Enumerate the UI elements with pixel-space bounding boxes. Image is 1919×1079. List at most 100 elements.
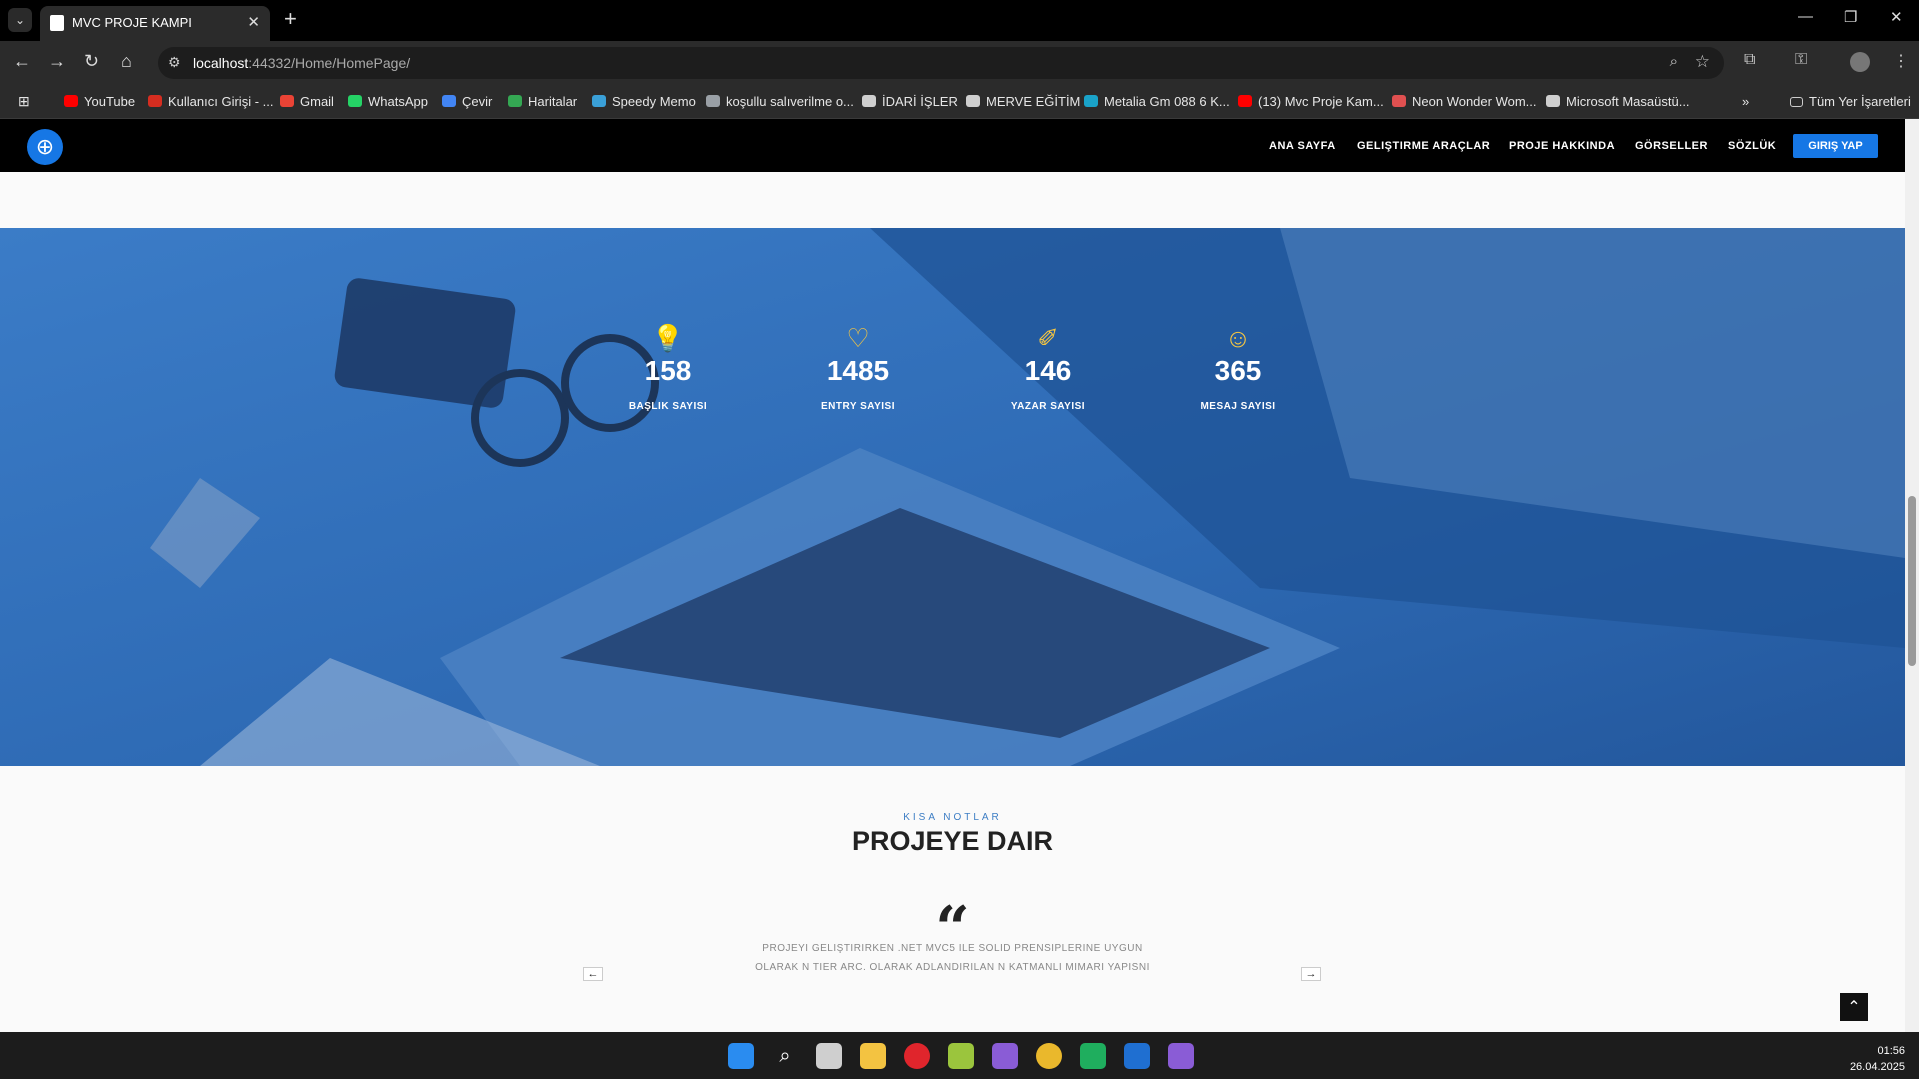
scroll-to-top-button[interactable]: ⌃ (1840, 993, 1868, 1021)
scrollbar-thumb[interactable] (1908, 496, 1916, 666)
bookmarks-bar: ⊞ YouTube Kullanıcı Girişi - ... Gmail What… (0, 85, 1919, 119)
bookmark-label: YouTube (84, 94, 136, 109)
bookmark-favicon-icon (1546, 95, 1560, 107)
window-close-icon[interactable]: ✕ (1890, 8, 1903, 26)
notes-kicker: KISA NOTLAR (903, 812, 1002, 823)
extensions-icon[interactable]: ⧉ (1744, 51, 1755, 69)
stat-writers: ✐ 146 YAZAR SAYISI (968, 323, 1128, 412)
hero-background-image (0, 228, 1905, 766)
url-host: localhost (193, 55, 249, 71)
bookmark-favicon-icon (862, 95, 876, 107)
bookmark-item[interactable]: MERVE EĞİTİM (966, 94, 1080, 109)
web-page: ⊕ ANA SAYFA GELIŞTIRME ARAÇLAR PROJE HAK… (0, 119, 1905, 1032)
site-info-icon[interactable]: ⚙ (168, 54, 181, 71)
bookmark-item[interactable]: Çevir (442, 94, 492, 109)
bookmark-item[interactable]: Neon Wonder Wom... (1392, 94, 1537, 109)
heart-icon: ♡ (846, 323, 870, 353)
home-icon[interactable]: ⌂ (121, 51, 132, 72)
browser-tab[interactable]: MVC PROJE KAMPI ✕ (40, 6, 270, 41)
visual-studio-2-icon[interactable] (1168, 1043, 1194, 1069)
magic-wand-icon: ✐ (1037, 323, 1059, 353)
tab-close-icon[interactable]: ✕ (247, 13, 260, 31)
url-text: localhost:44332/Home/HomePage/ (193, 55, 410, 71)
folder-icon (1790, 97, 1803, 107)
paint-icon[interactable] (948, 1043, 974, 1069)
stat-label: ENTRY SAYISI (821, 401, 895, 412)
bookmark-label: koşullu salıverilme o... (726, 94, 854, 109)
profile-avatar[interactable] (1850, 52, 1870, 72)
windows-start-icon[interactable] (728, 1043, 754, 1069)
bookmark-item[interactable]: İDARİ İŞLER (862, 94, 958, 109)
reload-icon[interactable]: ↻ (84, 51, 99, 72)
bookmark-label: Haritalar (528, 94, 578, 109)
visual-studio-icon[interactable] (992, 1043, 1018, 1069)
smiley-icon: ☺ (1224, 323, 1252, 353)
bookmark-item[interactable]: Microsoft Masaüstü... (1546, 94, 1690, 109)
chrome-icon[interactable] (1036, 1043, 1062, 1069)
back-icon[interactable]: ← (13, 51, 31, 72)
bookmark-favicon-icon (64, 95, 78, 107)
bookmark-favicon-icon (148, 95, 162, 107)
bookmark-item[interactable]: Kullanıcı Girişi - ... (148, 94, 273, 109)
stat-label: YAZAR SAYISI (1010, 401, 1086, 412)
quote-text-line-2: OLARAK N TIER ARC. OLARAK ADLANDIRILAN N… (755, 962, 1150, 973)
stat-entries: ♡ 1485 ENTRY SAYISI (778, 323, 938, 412)
forward-icon[interactable]: → (48, 51, 66, 72)
menu-icon[interactable]: ⋮ (1893, 51, 1909, 71)
excel-icon[interactable] (1080, 1043, 1106, 1069)
bookmark-favicon-icon (280, 95, 294, 107)
task-view-icon[interactable] (816, 1043, 842, 1069)
page-scrollbar[interactable] (1905, 119, 1919, 1032)
stats-hero: 💡 158 BAŞLIK SAYISI ♡ 1485 ENTRY SAYISI … (0, 228, 1905, 766)
tab-search-icon[interactable]: ⌄ (8, 8, 32, 32)
nav-home[interactable]: ANA SAYFA (1269, 140, 1336, 152)
nav-dictionary[interactable]: SÖZLÜK (1728, 140, 1776, 152)
bookmark-label: (13) Mvc Proje Kam... (1258, 94, 1384, 109)
new-tab-icon[interactable]: + (284, 6, 297, 32)
bookmark-label: WhatsApp (368, 94, 428, 109)
bookmark-item[interactable]: YouTube (64, 94, 135, 109)
stat-label: BAŞLIK SAYISI (628, 401, 708, 412)
bookmark-star-icon[interactable]: ☆ (1695, 52, 1710, 72)
opera-icon[interactable] (904, 1043, 930, 1069)
password-key-icon[interactable]: ⚿ (1795, 51, 1807, 69)
prev-arrow-icon[interactable]: ← (583, 967, 603, 981)
windows-taskbar: ⌕ 01:56 26.04.2025 (0, 1032, 1919, 1079)
more-bookmarks-icon[interactable]: » (1742, 94, 1749, 109)
zoom-icon[interactable]: ⌕ (1670, 53, 1678, 70)
bookmark-item[interactable]: (13) Mvc Proje Kam... (1238, 94, 1384, 109)
bookmark-item[interactable]: Metalia Gm 088 6 K... (1084, 94, 1230, 109)
bookmark-item[interactable]: Haritalar (508, 94, 577, 109)
minimize-icon[interactable]: — (1798, 8, 1813, 25)
file-explorer-icon[interactable] (860, 1043, 886, 1069)
stat-value: 158 (644, 355, 692, 386)
restore-icon[interactable]: ❐ (1844, 8, 1857, 26)
bookmark-label: Çevir (462, 94, 493, 109)
site-navbar: ⊕ ANA SAYFA GELIŞTIRME ARAÇLAR PROJE HAK… (0, 119, 1905, 172)
system-clock[interactable]: 01:56 26.04.2025 (1850, 1043, 1905, 1075)
bookmark-item[interactable]: Speedy Memo (592, 94, 696, 109)
all-bookmarks-folder[interactable]: Tüm Yer İşaretleri (1790, 94, 1911, 109)
stat-value: 146 (1024, 355, 1072, 386)
page-favicon-icon (50, 15, 64, 31)
nav-about[interactable]: PROJE HAKKINDA (1509, 140, 1615, 152)
apps-grid-icon[interactable]: ⊞ (18, 93, 30, 110)
bookmark-favicon-icon (706, 95, 720, 107)
bookmark-favicon-icon (966, 95, 980, 107)
site-logo-icon[interactable]: ⊕ (27, 129, 63, 165)
bookmark-item[interactable]: WhatsApp (348, 94, 428, 109)
bookmark-item[interactable]: Gmail (280, 94, 334, 109)
bookmark-item[interactable]: koşullu salıverilme o... (706, 94, 854, 109)
bookmark-label: Metalia Gm 088 6 K... (1104, 94, 1230, 109)
address-bar[interactable]: ⚙ localhost:44332/Home/HomePage/ ⌕ ☆ (158, 47, 1724, 79)
search-icon[interactable]: ⌕ (772, 1043, 798, 1069)
outlook-icon[interactable] (1124, 1043, 1150, 1069)
stat-value: 365 (1214, 355, 1262, 386)
login-button[interactable]: GIRIŞ YAP (1793, 134, 1878, 158)
nav-dev-tools[interactable]: GELIŞTIRME ARAÇLAR (1357, 140, 1490, 152)
nav-gallery[interactable]: GÖRSELLER (1635, 140, 1708, 152)
clock-time: 01:56 (1877, 1045, 1905, 1057)
next-arrow-icon[interactable]: → (1301, 967, 1321, 981)
bookmark-label: MERVE EĞİTİM (986, 94, 1081, 109)
stat-messages: ☺ 365 MESAJ SAYISI (1158, 323, 1318, 412)
